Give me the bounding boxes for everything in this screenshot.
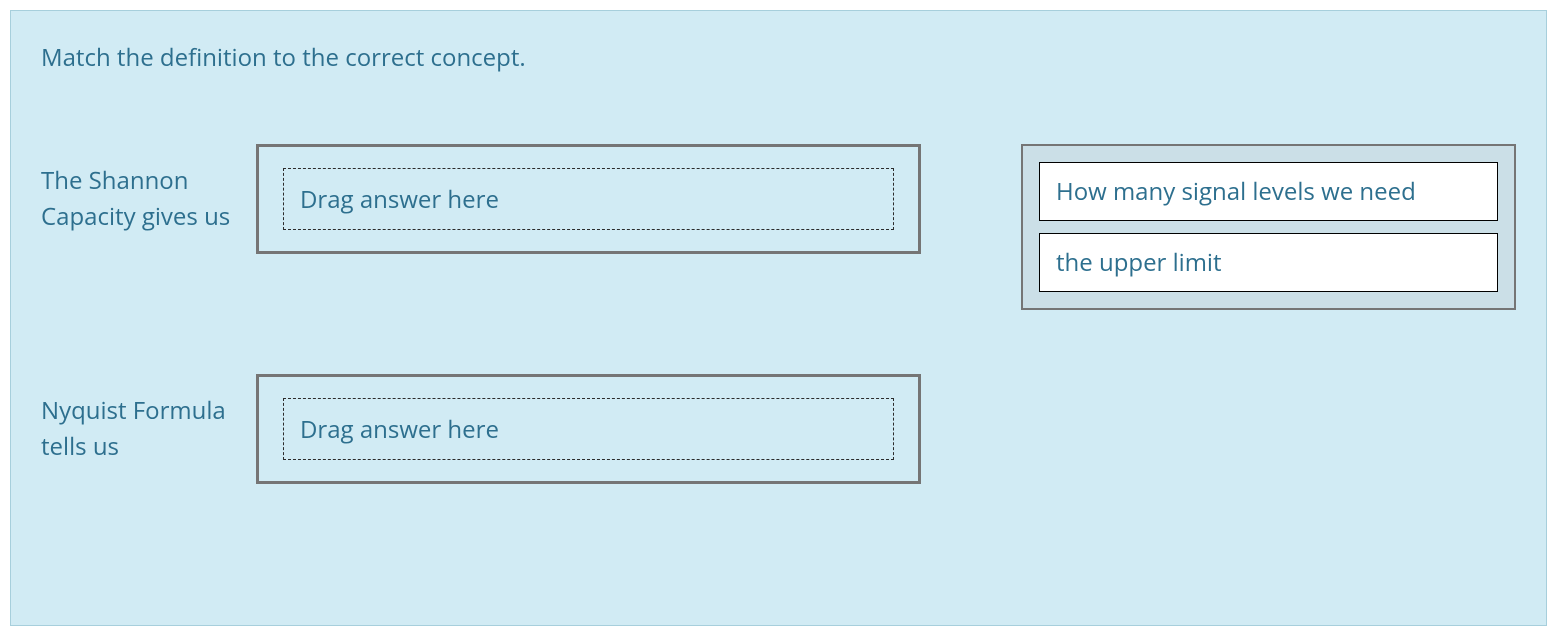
match-row: The Shannon Capacity gives us Drag answe…: [41, 144, 981, 254]
question-prompt: Match the definition to the correct conc…: [41, 41, 1516, 74]
drop-zone-shannon[interactable]: Drag answer here: [256, 144, 921, 254]
question-panel: Match the definition to the correct conc…: [10, 10, 1547, 626]
drop-zone-nyquist[interactable]: Drag answer here: [256, 374, 921, 484]
content-row: The Shannon Capacity gives us Drag answe…: [41, 144, 1516, 484]
answer-option-signal-levels[interactable]: How many signal levels we need: [1039, 162, 1498, 221]
answer-option-upper-limit[interactable]: the upper limit: [1039, 233, 1498, 292]
match-label-shannon: The Shannon Capacity gives us: [41, 163, 256, 235]
drop-placeholder: Drag answer here: [283, 168, 894, 230]
match-row: Nyquist Formula tells us Drag answer her…: [41, 374, 981, 484]
match-label-nyquist: Nyquist Formula tells us: [41, 393, 256, 465]
drop-placeholder: Drag answer here: [283, 398, 894, 460]
answers-panel: How many signal levels we need the upper…: [1021, 144, 1516, 310]
match-column: The Shannon Capacity gives us Drag answe…: [41, 144, 981, 484]
